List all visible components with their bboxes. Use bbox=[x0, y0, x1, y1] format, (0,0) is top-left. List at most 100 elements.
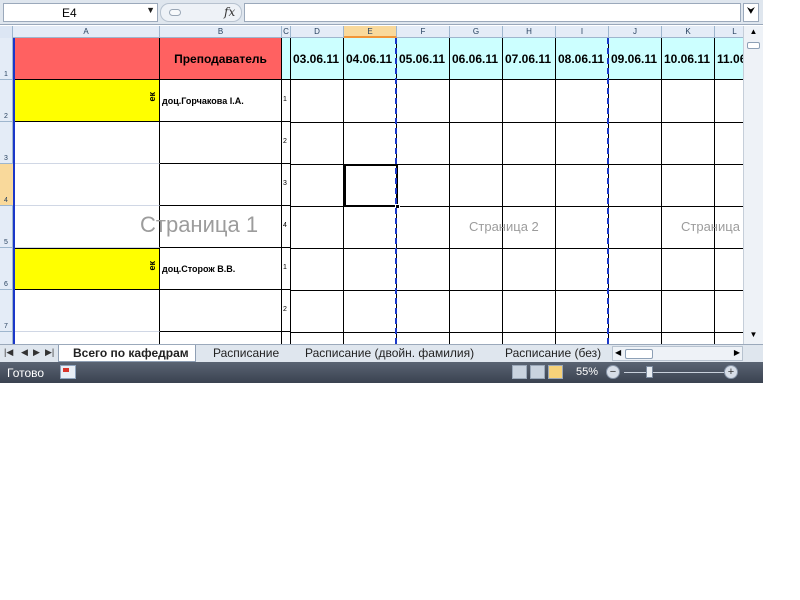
column-header-g[interactable]: G bbox=[450, 26, 503, 38]
zoom-level[interactable]: 55% bbox=[576, 366, 598, 378]
zoom-slider-track[interactable] bbox=[624, 372, 726, 373]
sheet-tab[interactable]: Всего по кафедрам bbox=[58, 345, 196, 362]
pair-number: 1 bbox=[283, 96, 287, 103]
page-break-line bbox=[607, 38, 609, 344]
pair-cell[interactable]: 1 bbox=[282, 80, 291, 122]
vertical-scrollbar[interactable]: ▲ ▼ bbox=[743, 26, 763, 344]
row-header-2[interactable]: 2 bbox=[0, 80, 13, 122]
row-headers: 1 2 3 4 5 6 7 bbox=[0, 38, 13, 344]
date-header[interactable]: 10.06.11 bbox=[662, 38, 715, 80]
pair-cell[interactable]: 3 bbox=[282, 164, 291, 206]
insert-function-icon[interactable]: fx bbox=[224, 5, 235, 19]
pair-number: 2 bbox=[283, 306, 287, 313]
cell-b8[interactable] bbox=[160, 332, 282, 344]
macro-record-icon[interactable] bbox=[60, 365, 76, 379]
column-header-k[interactable]: K bbox=[662, 26, 715, 38]
sheet-tab[interactable]: Расписание bbox=[199, 345, 285, 362]
cell-a8[interactable] bbox=[13, 332, 160, 344]
expand-formula-icon[interactable]: ⮟ bbox=[743, 3, 759, 22]
cell-b7[interactable] bbox=[160, 290, 282, 332]
side-label: ек bbox=[147, 261, 157, 271]
formula-input[interactable] bbox=[244, 3, 741, 22]
column-header-j[interactable]: J bbox=[609, 26, 662, 38]
teacher-header[interactable]: Преподаватель bbox=[160, 38, 282, 80]
row-header-6[interactable]: 6 bbox=[0, 248, 13, 290]
page-break-line bbox=[395, 38, 397, 344]
column-header-a[interactable]: A bbox=[13, 26, 160, 38]
date-header[interactable]: 11.06.11 bbox=[715, 38, 743, 80]
column-header-d[interactable]: D bbox=[291, 26, 344, 38]
date-header[interactable]: 05.06.11 bbox=[397, 38, 450, 80]
page-watermark: Страница 3 bbox=[681, 219, 743, 234]
row-header-1[interactable]: 1 bbox=[0, 38, 13, 80]
date-header[interactable]: 04.06.11 bbox=[344, 38, 397, 80]
cell-b4[interactable] bbox=[160, 164, 282, 206]
scroll-right-icon[interactable]: ▶ bbox=[734, 348, 740, 357]
pair-cell[interactable]: 2 bbox=[282, 290, 291, 332]
column-header-e[interactable]: E bbox=[344, 26, 397, 38]
date-header[interactable]: 03.06.11 bbox=[291, 38, 344, 80]
excel-window: E4 ▼ fx ⮟ A B C D E F G H I J K L 1 2 3 … bbox=[0, 0, 763, 383]
active-cell[interactable] bbox=[344, 164, 398, 207]
side-label: ек bbox=[147, 92, 157, 102]
first-sheet-icon[interactable]: |◀ bbox=[4, 347, 13, 358]
cell-a3[interactable] bbox=[13, 122, 160, 164]
teacher-name[interactable]: доц.Горчакова І.А. bbox=[160, 80, 282, 122]
cell-c1[interactable] bbox=[282, 38, 291, 80]
cell-a1[interactable] bbox=[13, 38, 160, 80]
pair-cell[interactable]: 2 bbox=[282, 122, 291, 164]
resize-handle-icon[interactable] bbox=[169, 9, 181, 16]
cell-a4[interactable] bbox=[13, 164, 160, 206]
column-header-i[interactable]: I bbox=[556, 26, 609, 38]
column-header-h[interactable]: H bbox=[503, 26, 556, 38]
row-header-5[interactable]: 5 bbox=[0, 206, 13, 248]
page-layout-view-icon[interactable] bbox=[530, 365, 545, 379]
row-header-3[interactable]: 3 bbox=[0, 122, 13, 164]
zoom-out-icon[interactable]: − bbox=[606, 365, 620, 379]
formula-controls: fx bbox=[160, 3, 242, 22]
column-header-b[interactable]: B bbox=[160, 26, 282, 38]
page-break-left bbox=[13, 38, 15, 344]
worksheet-grid[interactable]: A B C D E F G H I J K L 1 2 3 4 5 6 7 Пр… bbox=[0, 26, 743, 344]
zoom-slider-thumb[interactable] bbox=[646, 366, 653, 378]
teacher-name[interactable]: доц.Сторож В.В. bbox=[160, 248, 282, 290]
date-header[interactable]: 09.06.11 bbox=[609, 38, 662, 80]
name-box[interactable]: E4 ▼ bbox=[3, 3, 158, 22]
cell-a7[interactable] bbox=[13, 290, 160, 332]
row-header-4[interactable]: 4 bbox=[0, 164, 13, 206]
column-header-f[interactable]: F bbox=[397, 26, 450, 38]
row-header-7[interactable]: 7 bbox=[0, 290, 13, 332]
scroll-left-icon[interactable]: ◀ bbox=[615, 348, 621, 357]
pair-number: 4 bbox=[283, 222, 287, 229]
next-sheet-icon[interactable]: ▶ bbox=[33, 347, 40, 358]
select-all-corner[interactable] bbox=[0, 26, 13, 38]
pair-cell[interactable]: 4 bbox=[282, 206, 291, 248]
zoom-in-icon[interactable]: + bbox=[724, 365, 738, 379]
horizontal-scrollbar[interactable]: ◀ ▶ bbox=[612, 346, 743, 361]
page-break-view-icon[interactable] bbox=[548, 365, 563, 379]
pair-cell[interactable] bbox=[282, 332, 291, 344]
scroll-down-icon[interactable]: ▼ bbox=[746, 330, 761, 342]
sheet-tab[interactable]: Расписание (без) bbox=[491, 345, 609, 362]
last-sheet-icon[interactable]: ▶| bbox=[45, 347, 54, 358]
date-header[interactable]: 08.06.11 bbox=[556, 38, 609, 80]
formula-bar: E4 ▼ fx ⮟ bbox=[0, 0, 763, 25]
cell-b3[interactable] bbox=[160, 122, 282, 164]
date-header[interactable]: 07.06.11 bbox=[503, 38, 556, 80]
teacher-color-cell[interactable]: ек bbox=[13, 248, 160, 290]
column-header-l[interactable]: L bbox=[715, 26, 743, 38]
date-header[interactable]: 06.06.11 bbox=[450, 38, 503, 80]
normal-view-icon[interactable] bbox=[512, 365, 527, 379]
sheet-tab[interactable]: Расписание (двойн. фамилия) bbox=[291, 345, 480, 362]
scroll-thumb[interactable] bbox=[747, 42, 760, 49]
page-watermark: Страница 2 bbox=[469, 219, 539, 234]
scroll-up-icon[interactable]: ▲ bbox=[746, 27, 761, 39]
column-header-c[interactable]: C bbox=[282, 26, 291, 38]
scroll-thumb[interactable] bbox=[625, 349, 653, 359]
prev-sheet-icon[interactable]: ◀ bbox=[21, 347, 28, 358]
cell-a5[interactable] bbox=[13, 206, 160, 248]
chevron-down-icon[interactable]: ▼ bbox=[146, 5, 155, 15]
status-text: Готово bbox=[7, 366, 45, 380]
pair-cell[interactable]: 1 bbox=[282, 248, 291, 290]
teacher-color-cell[interactable]: ек bbox=[13, 80, 160, 122]
